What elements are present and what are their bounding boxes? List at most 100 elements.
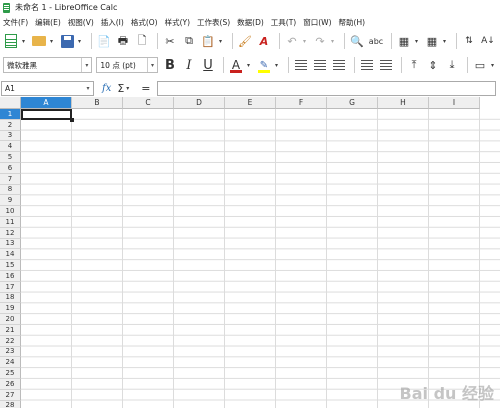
row-header-15[interactable]: 15 (0, 260, 21, 271)
row-header-3[interactable]: 3 (0, 130, 21, 142)
font-size-dropdown-icon[interactable]: ▾ (147, 58, 157, 72)
number-format-dropdown-arrow[interactable]: ▾ (491, 62, 497, 69)
select-all-corner[interactable] (0, 97, 21, 109)
menu-file[interactable]: 文件(F) (3, 17, 28, 28)
cell-area[interactable] (21, 109, 500, 408)
row-header-26[interactable]: 26 (0, 379, 21, 390)
column-header-c[interactable]: C (123, 97, 174, 109)
font-name-dropdown-icon[interactable]: ▾ (81, 58, 91, 72)
paste-dropdown-arrow[interactable]: ▾ (219, 38, 225, 45)
align-center-button[interactable] (312, 57, 328, 73)
menu-tools[interactable]: 工具(T) (271, 17, 296, 28)
column-header-h[interactable]: H (378, 97, 429, 109)
save-button[interactable] (59, 33, 75, 49)
row-header-9[interactable]: 9 (0, 195, 21, 207)
menu-view[interactable]: 视图(V) (68, 17, 94, 28)
redo-button[interactable]: ↷ (312, 33, 328, 49)
row-header-8[interactable]: 8 (0, 184, 21, 196)
number-format-button[interactable]: ▭ (472, 57, 488, 73)
font-color-button[interactable]: A (228, 57, 244, 73)
row-header-28[interactable]: 28 (0, 400, 21, 408)
formula-equals-icon[interactable]: = (141, 82, 150, 95)
redo-dropdown-arrow[interactable]: ▾ (331, 38, 337, 45)
find-replace-button[interactable]: 🔍 (349, 33, 365, 49)
row-header-18[interactable]: 18 (0, 292, 21, 304)
menu-data[interactable]: 数据(D) (237, 17, 264, 28)
merge-center-button[interactable] (378, 57, 394, 73)
menu-window[interactable]: 窗口(W) (303, 17, 331, 28)
row-header-5[interactable]: 5 (0, 152, 21, 163)
highlight-color-dropdown-arrow[interactable]: ▾ (275, 62, 281, 69)
column-header-g[interactable]: G (327, 97, 378, 109)
clear-formatting-button[interactable]: A (256, 33, 272, 49)
row-header-13[interactable]: 13 (0, 238, 21, 250)
row-header-25[interactable]: 25 (0, 368, 21, 379)
row-header-12[interactable]: 12 (0, 227, 21, 239)
open-button[interactable] (31, 33, 47, 49)
row-header-21[interactable]: 21 (0, 325, 21, 336)
sum-dropdown-arrow[interactable]: ▾ (126, 85, 132, 92)
row-header-22[interactable]: 22 (0, 335, 21, 347)
row-header-19[interactable]: 19 (0, 303, 21, 315)
highlight-color-button[interactable]: ✎ (256, 57, 272, 73)
formula-input[interactable] (156, 80, 496, 96)
name-box-dropdown-icon[interactable]: ▾ (83, 82, 93, 95)
menu-sheet[interactable]: 工作表(S) (197, 17, 230, 28)
clone-formatting-button[interactable]: 🖌 (237, 33, 253, 49)
menu-edit[interactable]: 编辑(E) (35, 17, 61, 28)
row-header-4[interactable]: 4 (0, 141, 21, 153)
wrap-text-button[interactable] (359, 57, 375, 73)
column-button[interactable]: ▦ (424, 33, 440, 49)
column-header-a[interactable]: A (21, 97, 72, 109)
menu-help[interactable]: 帮助(H) (339, 17, 366, 28)
row-header-14[interactable]: 14 (0, 249, 21, 261)
column-header-b[interactable]: B (72, 97, 123, 109)
menu-insert[interactable]: 插入(I) (101, 17, 124, 28)
row-header-7[interactable]: 7 (0, 173, 21, 185)
font-color-dropdown-arrow[interactable]: ▾ (247, 62, 253, 69)
export-pdf-button[interactable]: 📄 (96, 33, 112, 49)
underline-button[interactable]: U (200, 57, 216, 73)
row-header-1[interactable]: 1 (0, 109, 21, 120)
new-spreadsheet-button[interactable] (3, 33, 19, 49)
font-size-box[interactable]: 10 点 (pt) ▾ (96, 57, 158, 73)
undo-button[interactable]: ↶ (284, 33, 300, 49)
align-right-button[interactable] (331, 57, 347, 73)
open-dropdown-arrow[interactable]: ▾ (50, 38, 56, 45)
sort-button[interactable]: ⇅ (461, 33, 477, 49)
copy-button[interactable]: ⧉ (181, 33, 197, 49)
cut-button[interactable]: ✂ (162, 33, 178, 49)
column-header-d[interactable]: D (174, 97, 225, 109)
sort-ascending-button[interactable]: A↓ (480, 33, 496, 49)
column-header-f[interactable]: F (276, 97, 327, 109)
align-left-button[interactable] (293, 57, 309, 73)
align-bottom-button[interactable]: ⤓ (444, 57, 460, 73)
spreadsheet-grid[interactable]: A B C D E F G H I 1 2 3 4 5 6 7 8 9 10 11 12 13 14 15 16 17 18 19 20… (0, 97, 500, 408)
paste-button[interactable]: 📋 (200, 33, 216, 49)
row-header-27[interactable]: 27 (0, 389, 21, 401)
row-header-6[interactable]: 6 (0, 163, 21, 174)
column-header-e[interactable]: E (225, 97, 276, 109)
menu-format[interactable]: 格式(O) (131, 17, 158, 28)
bold-button[interactable]: B (162, 57, 178, 73)
row-header-10[interactable]: 10 (0, 206, 21, 217)
name-box[interactable]: A1 ▾ (1, 80, 94, 96)
undo-dropdown-arrow[interactable]: ▾ (303, 38, 309, 45)
print-button[interactable]: 🖶 (115, 33, 131, 49)
function-wizard-icon[interactable]: fx (102, 83, 111, 94)
row-header-11[interactable]: 11 (0, 217, 21, 228)
row-header-23[interactable]: 23 (0, 346, 21, 358)
row-dropdown-arrow[interactable]: ▾ (415, 38, 421, 45)
font-name-box[interactable]: 微软雅黑 ▾ (3, 57, 93, 73)
align-top-button[interactable]: ⤒ (406, 57, 422, 73)
column-dropdown-arrow[interactable]: ▾ (443, 38, 449, 45)
row-header-20[interactable]: 20 (0, 314, 21, 325)
center-vertically-button[interactable]: ⇕ (425, 57, 441, 73)
row-header-17[interactable]: 17 (0, 281, 21, 293)
column-header-i[interactable]: I (429, 97, 480, 109)
spelling-button[interactable]: abc (368, 33, 384, 49)
new-dropdown-arrow[interactable]: ▾ (22, 38, 28, 45)
row-header-24[interactable]: 24 (0, 357, 21, 369)
save-dropdown-arrow[interactable]: ▾ (78, 38, 84, 45)
sum-icon[interactable]: Σ (117, 82, 124, 95)
